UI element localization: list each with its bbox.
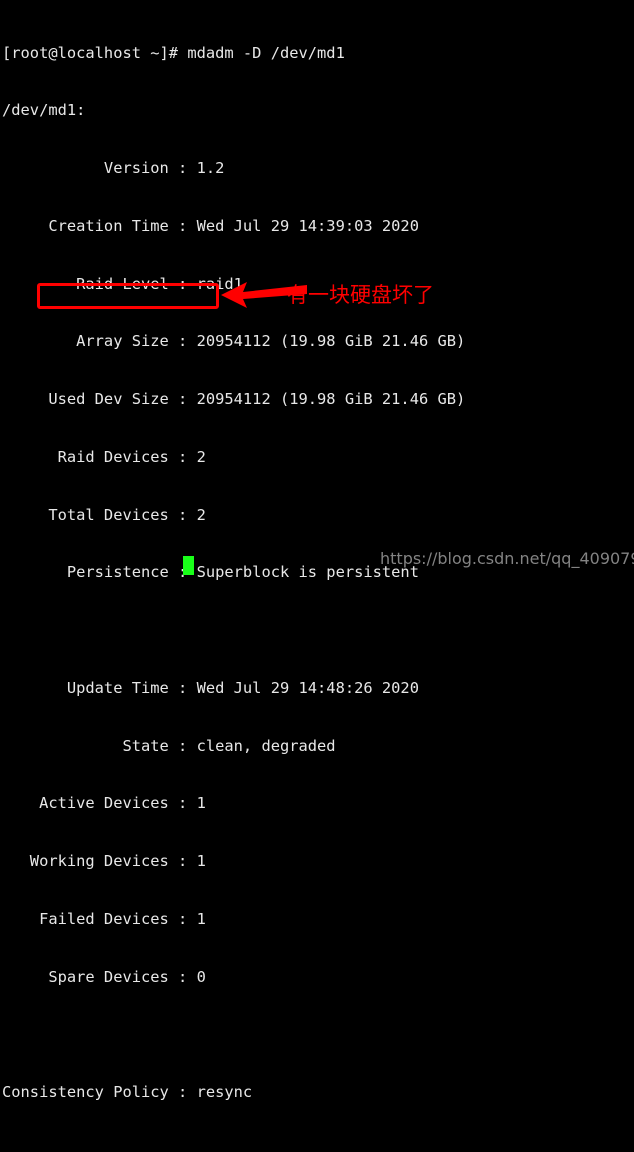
terminal-line: Array Size : 20954112 (19.98 GiB 21.46 G…: [2, 332, 466, 351]
terminal-line: Working Devices : 1: [2, 852, 206, 870]
terminal-line: State : clean, degraded: [2, 736, 336, 755]
terminal-line: Version : 1.2: [2, 159, 225, 177]
terminal-line: Update Time : Wed Jul 29 14:48:26 2020: [2, 678, 419, 697]
terminal-line: /dev/md1:: [2, 101, 86, 120]
terminal-cursor: [183, 556, 194, 575]
terminal-line: [root@localhost ~]# mdadm -D /dev/md1: [2, 43, 345, 62]
terminal-line: Active Devices : 1: [2, 794, 206, 813]
annotation-text: 有一块硬盘坏了: [287, 283, 434, 307]
terminal-line: Creation Time : Wed Jul 29 14:39:03 2020: [2, 216, 419, 235]
terminal-line: Used Dev Size : 20954112 (19.98 GiB 21.4…: [2, 390, 466, 408]
terminal-line: Spare Devices : 0: [2, 967, 206, 986]
terminal-line-failed-devices: Failed Devices : 1: [2, 909, 206, 928]
terminal-line: Total Devices : 2: [2, 505, 206, 524]
terminal-line: Raid Devices : 2: [2, 447, 206, 466]
csdn-watermark: https://blog.csdn.net/qq_40907977: [380, 549, 634, 568]
terminal-line: Consistency Policy : resync: [2, 1083, 253, 1101]
